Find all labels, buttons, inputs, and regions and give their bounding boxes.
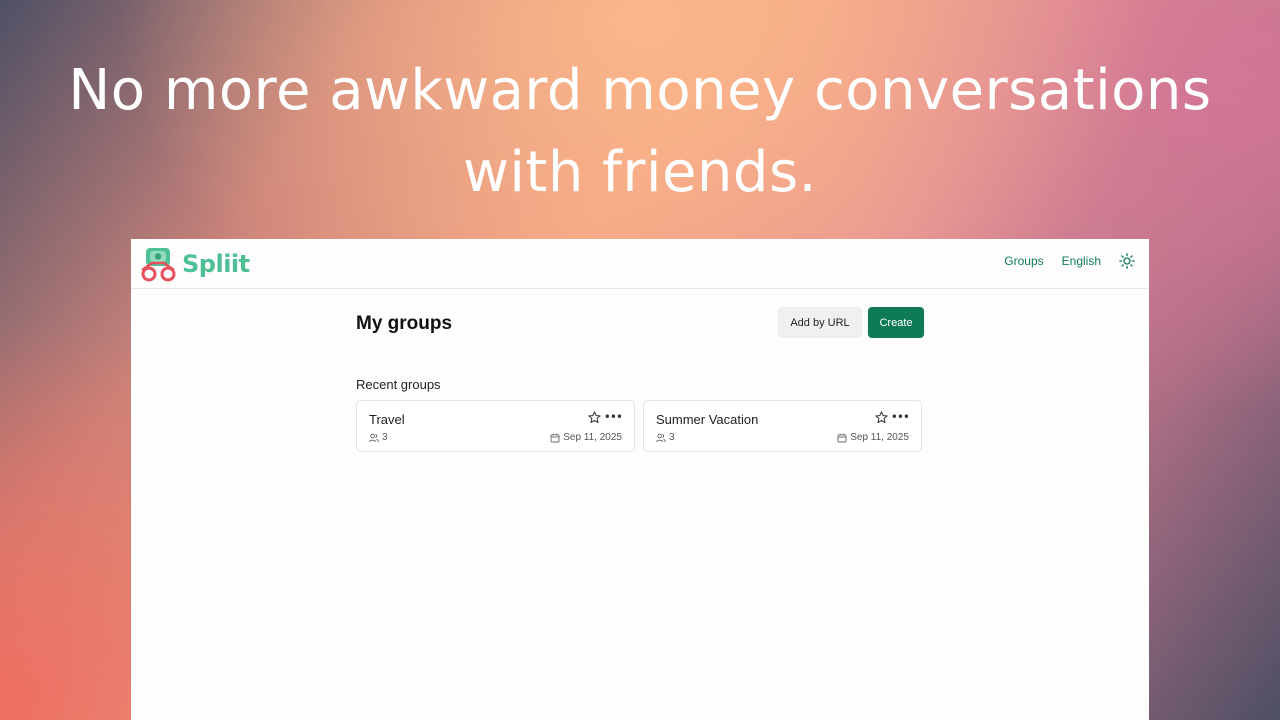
group-name: Travel	[369, 412, 405, 427]
create-group-button[interactable]: Create	[868, 307, 924, 338]
member-count: 3	[382, 432, 388, 443]
group-members: 3	[369, 432, 388, 443]
app-window: Spliit Groups English My groups Add by U…	[131, 239, 1149, 720]
star-icon[interactable]	[875, 411, 888, 424]
group-card[interactable]: Summer Vacation ••• 3 Sep 11, 2025	[643, 400, 922, 452]
top-navigation-bar: Spliit Groups English	[131, 239, 1149, 289]
created-date: Sep 11, 2025	[563, 432, 622, 443]
member-count: 3	[669, 432, 675, 443]
users-icon	[369, 433, 379, 442]
group-date: Sep 11, 2025	[837, 432, 909, 443]
headline-line-1: No more awkward money conversations	[68, 58, 1212, 123]
nav-groups-link[interactable]: Groups	[1004, 254, 1043, 268]
page-title: My groups	[356, 313, 453, 334]
star-icon[interactable]	[588, 411, 601, 424]
add-by-url-button[interactable]: Add by URL	[778, 307, 862, 338]
language-selector[interactable]: English	[1062, 254, 1101, 268]
brand-logo[interactable]: Spliit	[140, 246, 250, 282]
created-date: Sep 11, 2025	[850, 432, 909, 443]
more-options-icon[interactable]: •••	[604, 410, 623, 424]
group-date: Sep 11, 2025	[550, 432, 622, 443]
spliit-logo-icon	[141, 248, 176, 282]
group-card[interactable]: Travel ••• 3 Sep 11, 2025	[356, 400, 635, 452]
group-name: Summer Vacation	[656, 412, 759, 427]
calendar-icon	[550, 433, 560, 442]
calendar-icon	[837, 433, 847, 442]
brand-name: Spliit	[182, 250, 250, 278]
users-icon	[656, 433, 666, 442]
headline: No more awkward money conversations with…	[0, 50, 1280, 214]
more-options-icon[interactable]: •••	[891, 410, 910, 424]
sun-icon[interactable]	[1119, 253, 1135, 269]
headline-line-2: with friends.	[463, 140, 817, 205]
nav-menu: Groups English	[1004, 253, 1135, 269]
recent-groups-heading: Recent groups	[356, 377, 441, 392]
group-members: 3	[656, 432, 675, 443]
